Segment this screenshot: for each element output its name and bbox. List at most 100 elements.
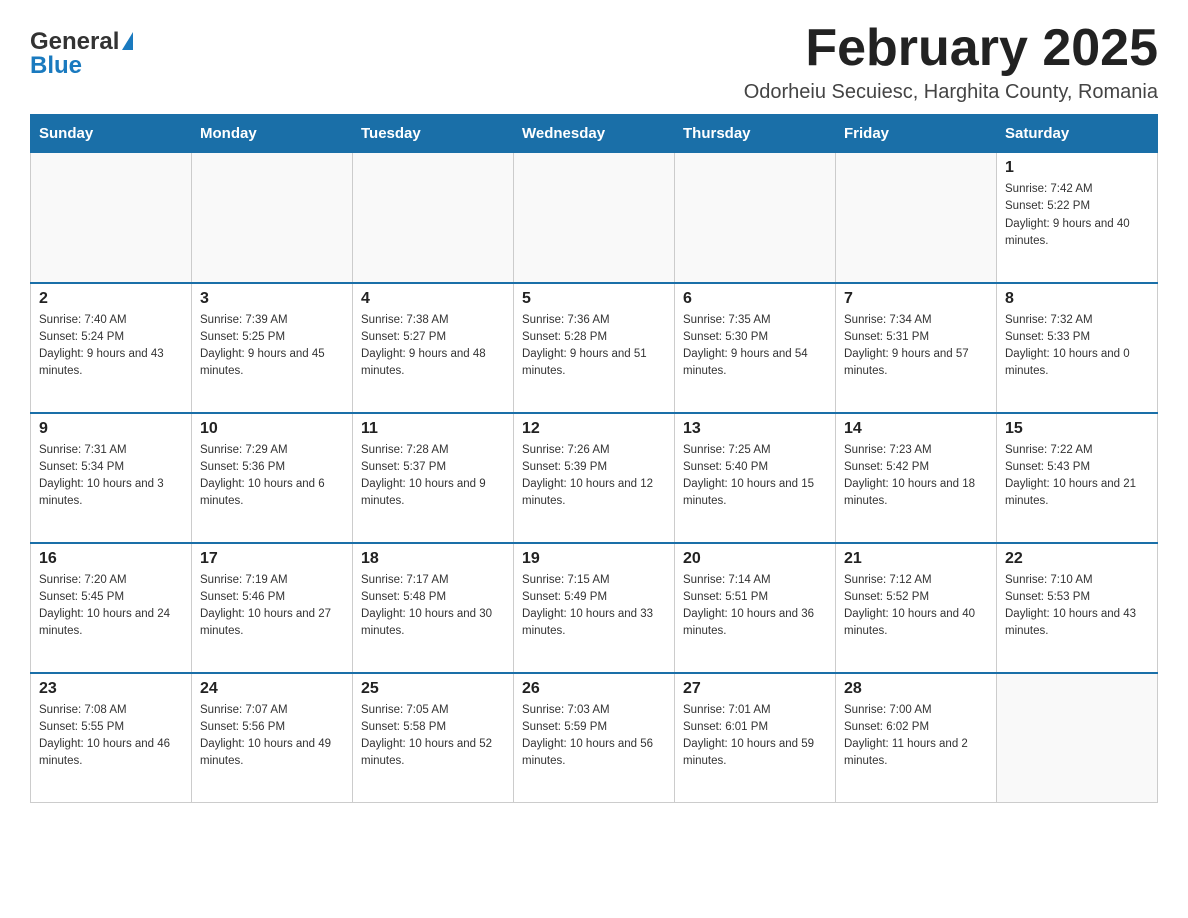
calendar-cell: 17 Sunrise: 7:19 AM Sunset: 5:46 PM Dayli… bbox=[192, 543, 353, 673]
calendar-cell: 23Sunrise: 7:08 AM Sunset: 5:55 PM Dayli… bbox=[31, 673, 192, 803]
calendar-week-row: 9Sunrise: 7:31 AM Sunset: 5:34 PM Daylig… bbox=[31, 413, 1158, 543]
day-info: Sunrise: 7:17 AM Sunset: 5:48 PM Dayligh… bbox=[361, 572, 505, 641]
day-info: Sunrise: 7:25 AM Sunset: 5:40 PM Dayligh… bbox=[683, 442, 827, 511]
day-number: 24 bbox=[200, 680, 344, 698]
day-number: 13 bbox=[683, 420, 827, 438]
header-saturday: Saturday bbox=[997, 115, 1158, 153]
day-number: 1 bbox=[1005, 159, 1149, 177]
calendar-cell: 16 Sunrise: 7:20 AM Sunset: 5:45 PM Dayli… bbox=[31, 543, 192, 673]
calendar-cell: 18 Sunrise: 7:17 AM Sunset: 5:48 PM Dayli… bbox=[353, 543, 514, 673]
header-thursday: Thursday bbox=[675, 115, 836, 153]
calendar-cell: 10Sunrise: 7:29 AM Sunset: 5:36 PM Dayli… bbox=[192, 413, 353, 543]
calendar-cell: 8 Sunrise: 7:32 AM Sunset: 5:33 PM Daylig… bbox=[997, 283, 1158, 413]
day-number: 7 bbox=[844, 290, 988, 308]
calendar-cell: 15Sunrise: 7:22 AM Sunset: 5:43 PM Dayli… bbox=[997, 413, 1158, 543]
header-friday: Friday bbox=[836, 115, 997, 153]
calendar-week-row: 2Sunrise: 7:40 AM Sunset: 5:24 PM Daylig… bbox=[31, 283, 1158, 413]
day-number: 22 bbox=[1005, 550, 1149, 568]
day-number: 6 bbox=[683, 290, 827, 308]
day-number: 4 bbox=[361, 290, 505, 308]
calendar-cell: 4 Sunrise: 7:38 AM Sunset: 5:27 PM Daylig… bbox=[353, 283, 514, 413]
day-info: Sunrise: 7:01 AM Sunset: 6:01 PM Dayligh… bbox=[683, 702, 827, 771]
day-number: 27 bbox=[683, 680, 827, 698]
day-info: Sunrise: 7:03 AM Sunset: 5:59 PM Dayligh… bbox=[522, 702, 666, 771]
day-info: Sunrise: 7:14 AM Sunset: 5:51 PM Dayligh… bbox=[683, 572, 827, 641]
calendar-cell bbox=[997, 673, 1158, 803]
logo-text-blue: Blue bbox=[30, 52, 82, 79]
header-tuesday: Tuesday bbox=[353, 115, 514, 153]
day-info: Sunrise: 7:35 AM Sunset: 5:30 PM Dayligh… bbox=[683, 312, 827, 381]
day-number: 17 bbox=[200, 550, 344, 568]
day-number: 26 bbox=[522, 680, 666, 698]
calendar-cell: 11 Sunrise: 7:28 AM Sunset: 5:37 PM Dayli… bbox=[353, 413, 514, 543]
page-header: General Blue February 2025 Odorheiu Secu… bbox=[30, 20, 1158, 104]
logo: General Blue bbox=[30, 30, 133, 78]
day-number: 12 bbox=[522, 420, 666, 438]
day-number: 3 bbox=[200, 290, 344, 308]
calendar-week-row: 1 Sunrise: 7:42 AM Sunset: 5:22 PM Daylig… bbox=[31, 153, 1158, 283]
day-number: 18 bbox=[361, 550, 505, 568]
day-info: Sunrise: 7:07 AM Sunset: 5:56 PM Dayligh… bbox=[200, 702, 344, 771]
day-number: 20 bbox=[683, 550, 827, 568]
calendar-cell: 1 Sunrise: 7:42 AM Sunset: 5:22 PM Daylig… bbox=[997, 153, 1158, 283]
day-info: Sunrise: 7:20 AM Sunset: 5:45 PM Dayligh… bbox=[39, 572, 183, 641]
day-number: 23 bbox=[39, 680, 183, 698]
calendar-week-row: 16 Sunrise: 7:20 AM Sunset: 5:45 PM Dayli… bbox=[31, 543, 1158, 673]
day-info: Sunrise: 7:38 AM Sunset: 5:27 PM Dayligh… bbox=[361, 312, 505, 381]
calendar-cell: 14 Sunrise: 7:23 AM Sunset: 5:42 PM Dayli… bbox=[836, 413, 997, 543]
calendar-cell bbox=[192, 153, 353, 283]
calendar-cell: 13 Sunrise: 7:25 AM Sunset: 5:40 PM Dayli… bbox=[675, 413, 836, 543]
day-number: 16 bbox=[39, 550, 183, 568]
day-info: Sunrise: 7:28 AM Sunset: 5:37 PM Dayligh… bbox=[361, 442, 505, 511]
day-info: Sunrise: 7:26 AM Sunset: 5:39 PM Dayligh… bbox=[522, 442, 666, 511]
calendar-table: Sunday Monday Tuesday Wednesday Thursday… bbox=[30, 114, 1158, 803]
calendar-cell: 5Sunrise: 7:36 AM Sunset: 5:28 PM Daylig… bbox=[514, 283, 675, 413]
day-number: 28 bbox=[844, 680, 988, 698]
day-number: 9 bbox=[39, 420, 183, 438]
calendar-cell: 21 Sunrise: 7:12 AM Sunset: 5:52 PM Dayli… bbox=[836, 543, 997, 673]
calendar-cell: 6 Sunrise: 7:35 AM Sunset: 5:30 PM Daylig… bbox=[675, 283, 836, 413]
day-info: Sunrise: 7:39 AM Sunset: 5:25 PM Dayligh… bbox=[200, 312, 344, 381]
header-wednesday: Wednesday bbox=[514, 115, 675, 153]
calendar-body: 1 Sunrise: 7:42 AM Sunset: 5:22 PM Daylig… bbox=[31, 153, 1158, 803]
calendar-cell bbox=[353, 153, 514, 283]
calendar-subtitle: Odorheiu Secuiesc, Harghita County, Roma… bbox=[744, 81, 1158, 104]
day-number: 14 bbox=[844, 420, 988, 438]
calendar-cell bbox=[514, 153, 675, 283]
day-info: Sunrise: 7:05 AM Sunset: 5:58 PM Dayligh… bbox=[361, 702, 505, 771]
day-info: Sunrise: 7:19 AM Sunset: 5:46 PM Dayligh… bbox=[200, 572, 344, 641]
calendar-week-row: 23Sunrise: 7:08 AM Sunset: 5:55 PM Dayli… bbox=[31, 673, 1158, 803]
calendar-cell: 22 Sunrise: 7:10 AM Sunset: 5:53 PM Dayli… bbox=[997, 543, 1158, 673]
day-info: Sunrise: 7:32 AM Sunset: 5:33 PM Dayligh… bbox=[1005, 312, 1149, 381]
day-info: Sunrise: 7:15 AM Sunset: 5:49 PM Dayligh… bbox=[522, 572, 666, 641]
title-section: February 2025 Odorheiu Secuiesc, Harghit… bbox=[744, 20, 1158, 104]
calendar-cell: 9Sunrise: 7:31 AM Sunset: 5:34 PM Daylig… bbox=[31, 413, 192, 543]
logo-triangle-icon bbox=[122, 32, 133, 50]
calendar-cell: 3 Sunrise: 7:39 AM Sunset: 5:25 PM Daylig… bbox=[192, 283, 353, 413]
calendar-cell: 2Sunrise: 7:40 AM Sunset: 5:24 PM Daylig… bbox=[31, 283, 192, 413]
header-sunday: Sunday bbox=[31, 115, 192, 153]
day-info: Sunrise: 7:12 AM Sunset: 5:52 PM Dayligh… bbox=[844, 572, 988, 641]
day-info: Sunrise: 7:22 AM Sunset: 5:43 PM Dayligh… bbox=[1005, 442, 1149, 511]
calendar-cell: 25 Sunrise: 7:05 AM Sunset: 5:58 PM Dayli… bbox=[353, 673, 514, 803]
calendar-cell: 19 Sunrise: 7:15 AM Sunset: 5:49 PM Dayli… bbox=[514, 543, 675, 673]
day-info: Sunrise: 7:10 AM Sunset: 5:53 PM Dayligh… bbox=[1005, 572, 1149, 641]
day-number: 8 bbox=[1005, 290, 1149, 308]
day-info: Sunrise: 7:29 AM Sunset: 5:36 PM Dayligh… bbox=[200, 442, 344, 511]
day-number: 11 bbox=[361, 420, 505, 438]
logo-text-general: General bbox=[30, 30, 119, 54]
calendar-cell bbox=[31, 153, 192, 283]
calendar-cell bbox=[836, 153, 997, 283]
day-info: Sunrise: 7:23 AM Sunset: 5:42 PM Dayligh… bbox=[844, 442, 988, 511]
day-number: 19 bbox=[522, 550, 666, 568]
day-number: 5 bbox=[522, 290, 666, 308]
weekday-header-row: Sunday Monday Tuesday Wednesday Thursday… bbox=[31, 115, 1158, 153]
day-number: 21 bbox=[844, 550, 988, 568]
calendar-cell: 20 Sunrise: 7:14 AM Sunset: 5:51 PM Dayli… bbox=[675, 543, 836, 673]
day-info: Sunrise: 7:00 AM Sunset: 6:02 PM Dayligh… bbox=[844, 702, 988, 771]
day-info: Sunrise: 7:42 AM Sunset: 5:22 PM Dayligh… bbox=[1005, 181, 1149, 250]
calendar-cell: 28 Sunrise: 7:00 AM Sunset: 6:02 PM Dayli… bbox=[836, 673, 997, 803]
calendar-cell: 27 Sunrise: 7:01 AM Sunset: 6:01 PM Dayli… bbox=[675, 673, 836, 803]
day-number: 2 bbox=[39, 290, 183, 308]
day-number: 25 bbox=[361, 680, 505, 698]
